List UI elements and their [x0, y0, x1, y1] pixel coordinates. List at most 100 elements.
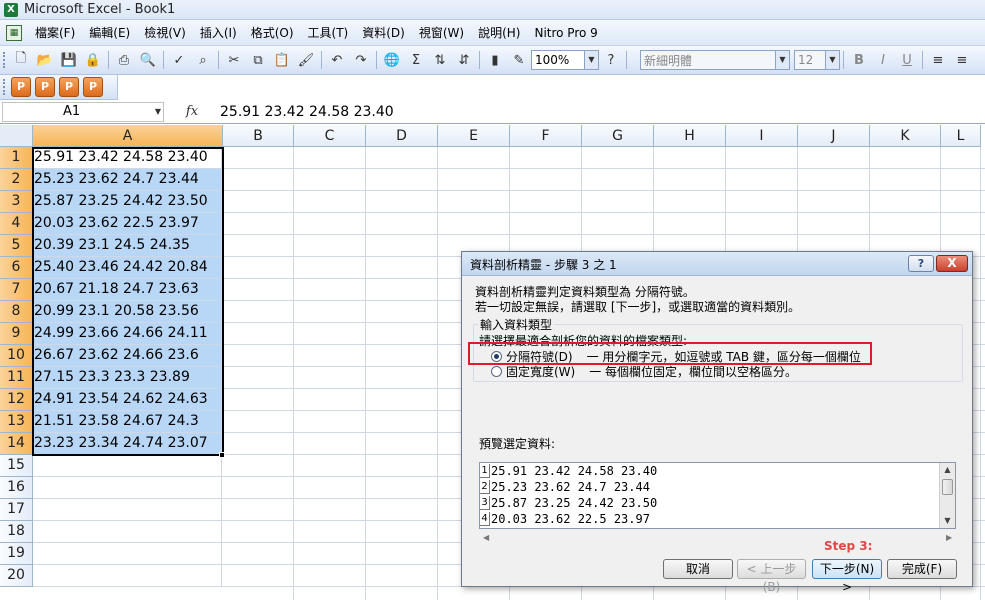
menu-format[interactable]: 格式(O) — [244, 24, 301, 41]
format-painter-icon[interactable]: 🖌 — [295, 49, 317, 71]
permission-icon[interactable]: 🔒 — [82, 49, 104, 71]
toolbar-grip[interactable] — [3, 52, 6, 68]
row-header[interactable]: 8 — [0, 301, 33, 323]
column-header[interactable]: A — [33, 125, 223, 147]
row-header[interactable]: 15 — [0, 455, 33, 477]
column-header[interactable]: J — [798, 125, 870, 147]
menu-nitro[interactable]: Nitro Pro 9 — [527, 26, 604, 40]
row-header[interactable]: 16 — [0, 477, 33, 499]
scroll-down-icon[interactable]: ▼ — [940, 514, 955, 528]
menu-insert[interactable]: 插入(I) — [193, 24, 244, 41]
menu-window[interactable]: 視窗(W) — [412, 24, 471, 41]
menu-file[interactable]: 檔案(F) — [28, 24, 82, 41]
menu-tools[interactable]: 工具(T) — [301, 24, 356, 41]
row-header[interactable]: 14 — [0, 433, 33, 455]
row-header[interactable]: 13 — [0, 411, 33, 433]
select-all-corner[interactable] — [0, 125, 33, 147]
drawing-icon[interactable]: ✎ — [508, 49, 530, 71]
underline-button[interactable]: U — [896, 49, 918, 71]
row-header[interactable]: 3 — [0, 191, 33, 213]
cell-a[interactable]: 25.40 23.46 24.42 20.84 — [33, 257, 222, 278]
column-header[interactable]: E — [438, 125, 510, 147]
cancel-button[interactable]: 取消 — [663, 559, 733, 579]
align-center-icon[interactable]: ≡ — [951, 49, 973, 71]
chevron-down-icon[interactable]: ▼ — [584, 51, 598, 69]
name-box[interactable]: A1 ▼ — [2, 101, 164, 122]
cell-a[interactable] — [33, 499, 222, 520]
print-preview-icon[interactable]: 🔍 — [137, 49, 159, 71]
row-header[interactable]: 4 — [0, 213, 33, 235]
chevron-down-icon[interactable]: ▼ — [775, 51, 789, 69]
column-header[interactable]: F — [510, 125, 582, 147]
cut-icon[interactable]: ✂ — [223, 49, 245, 71]
row-header[interactable]: 6 — [0, 257, 33, 279]
data-preview[interactable]: ▲ ▼ 1 25.91 23.42 24.58 23.40 2 25.23 23.62… — [479, 462, 956, 529]
column-header[interactable]: D — [366, 125, 438, 147]
hyperlink-icon[interactable]: 🌐 — [381, 49, 403, 71]
bold-button[interactable]: B — [848, 49, 870, 71]
chevron-down-icon[interactable]: ▼ — [155, 103, 161, 121]
cell-a[interactable]: 20.99 23.1 20.58 23.56 — [33, 301, 222, 322]
row-header[interactable]: 5 — [0, 235, 33, 257]
cell-a[interactable]: 24.99 23.66 24.66 24.11 — [33, 323, 222, 344]
nitro-create-pdf-icon[interactable]: P — [11, 77, 31, 97]
dialog-help-button[interactable]: ? — [908, 255, 934, 272]
row-header[interactable]: 12 — [0, 389, 33, 411]
fixed-width-option[interactable]: 固定寬度(W) 一 每個欄位固定，欄位間以空格區分。 — [491, 363, 797, 380]
column-header[interactable]: H — [654, 125, 726, 147]
font-name-select[interactable]: 新細明體 ▼ — [640, 50, 790, 70]
autosum-icon[interactable]: Σ — [405, 49, 427, 71]
nitro-email-icon[interactable]: P — [59, 77, 79, 97]
menu-data[interactable]: 資料(D) — [355, 24, 412, 41]
dialog-title-bar[interactable]: 資料剖析精靈 - 步驟 3 之 1 ? X — [462, 252, 972, 276]
preview-scrollbar[interactable]: ▲ ▼ — [939, 463, 955, 528]
sort-descending-icon[interactable]: ⇵ — [453, 49, 475, 71]
insert-function-icon[interactable]: fx — [164, 104, 220, 119]
cell-a[interactable] — [33, 543, 222, 564]
cell-a[interactable]: 20.03 23.62 22.5 23.97 — [33, 213, 222, 234]
next-button[interactable]: 下一步(N) > — [812, 559, 882, 594]
menu-edit[interactable]: 編輯(E) — [82, 24, 137, 41]
row-header[interactable]: 17 — [0, 499, 33, 521]
cell-a[interactable]: 27.15 23.3 23.3 23.89 — [33, 367, 222, 388]
fixed-width-radio[interactable] — [491, 366, 502, 377]
paste-icon[interactable]: 📋 — [271, 49, 293, 71]
row-header[interactable]: 2 — [0, 169, 33, 191]
cell-a[interactable] — [33, 565, 222, 586]
scroll-right-icon[interactable]: ▶ — [946, 533, 952, 542]
scroll-up-icon[interactable]: ▲ — [940, 463, 955, 477]
row-header[interactable]: 9 — [0, 323, 33, 345]
cell-a[interactable] — [33, 477, 222, 498]
cell-a[interactable]: 26.67 23.62 24.66 23.6 — [33, 345, 222, 366]
cell-a[interactable] — [33, 455, 222, 476]
row-header[interactable]: 11 — [0, 367, 33, 389]
italic-button[interactable]: I — [872, 49, 894, 71]
cell-a[interactable]: 20.39 23.1 24.5 24.35 — [33, 235, 222, 256]
redo-icon[interactable]: ↷ — [350, 49, 372, 71]
print-icon[interactable]: ⎙ — [113, 49, 135, 71]
open-icon[interactable]: 📂 — [34, 49, 56, 71]
help-icon[interactable]: ? — [600, 49, 622, 71]
research-icon[interactable]: ⌕ — [192, 49, 214, 71]
column-header[interactable]: K — [870, 125, 941, 147]
nitro-settings-icon[interactable]: P — [83, 77, 103, 97]
chevron-down-icon[interactable]: ▼ — [825, 51, 839, 69]
scroll-left-icon[interactable]: ◀ — [483, 533, 489, 542]
chart-wizard-icon[interactable]: ▮ — [484, 49, 506, 71]
row-header[interactable]: 18 — [0, 521, 33, 543]
undo-icon[interactable]: ↶ — [326, 49, 348, 71]
row-header[interactable]: 1 — [0, 147, 33, 169]
column-header[interactable]: C — [294, 125, 366, 147]
save-icon[interactable]: 💾 — [58, 49, 80, 71]
spelling-icon[interactable]: ✓ — [168, 49, 190, 71]
toolbar-grip[interactable] — [3, 79, 6, 95]
finish-button[interactable]: 完成(F) — [887, 559, 957, 579]
row-header[interactable]: 19 — [0, 543, 33, 565]
column-header[interactable]: G — [582, 125, 654, 147]
menu-view[interactable]: 檢視(V) — [137, 24, 193, 41]
column-header[interactable]: B — [223, 125, 294, 147]
sort-ascending-icon[interactable]: ⇅ — [429, 49, 451, 71]
cell-a[interactable]: 25.91 23.42 24.58 23.40 — [33, 147, 222, 168]
copy-icon[interactable]: ⧉ — [247, 49, 269, 71]
cell-a[interactable]: 21.51 23.58 24.67 24.3 — [33, 411, 222, 432]
